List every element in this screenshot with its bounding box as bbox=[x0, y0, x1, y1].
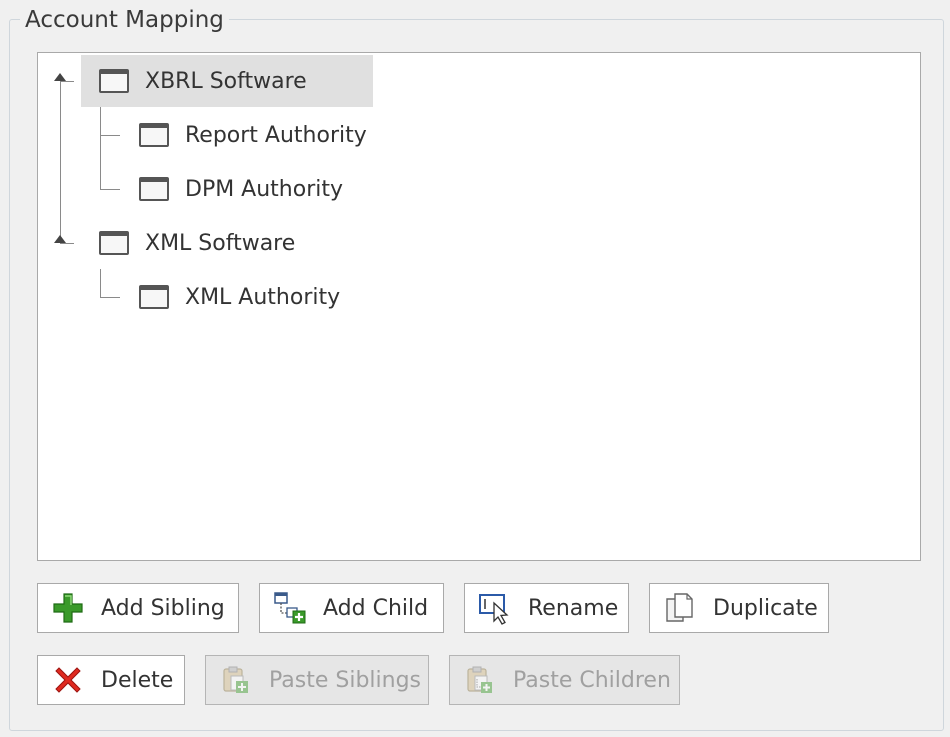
rename-button[interactable]: Rename bbox=[464, 583, 629, 633]
tree-connector-root-branch-2 bbox=[60, 243, 74, 244]
tree-connector-root-branch-1 bbox=[60, 81, 74, 82]
rename-cursor-icon bbox=[478, 591, 512, 625]
delete-label: Delete bbox=[101, 667, 174, 693]
tree-connector-root bbox=[60, 81, 61, 243]
green-plus-icon bbox=[51, 591, 85, 625]
groupbox-title: Account Mapping bbox=[20, 6, 229, 34]
red-x-icon bbox=[51, 663, 85, 697]
delete-button[interactable]: Delete bbox=[37, 655, 185, 705]
tree-node-xbrl-software[interactable]: XBRL Software bbox=[81, 55, 373, 107]
paste-children-button[interactable]: Paste Children bbox=[449, 655, 680, 705]
rename-label: Rename bbox=[528, 595, 619, 621]
collapse-xbrl-software-icon[interactable] bbox=[54, 73, 66, 81]
paste-siblings-label: Paste Siblings bbox=[269, 667, 422, 693]
paste-child-icon bbox=[463, 663, 497, 697]
window-icon bbox=[99, 69, 129, 93]
tree-connector-xml-authority bbox=[100, 297, 120, 298]
add-child-icon bbox=[273, 591, 307, 625]
window-icon bbox=[139, 123, 169, 147]
tree-node-xml-authority[interactable]: XML Authority bbox=[121, 271, 340, 323]
add-child-button[interactable]: Add Child bbox=[259, 583, 444, 633]
paste-plus-icon bbox=[219, 663, 253, 697]
tree-node-label: XBRL Software bbox=[145, 68, 307, 94]
duplicate-button[interactable]: Duplicate bbox=[649, 583, 829, 633]
tree-connector-dpm-authority bbox=[100, 189, 120, 190]
window-icon bbox=[99, 231, 129, 255]
add-sibling-label: Add Sibling bbox=[101, 595, 225, 621]
tree-node-label: DPM Authority bbox=[185, 176, 344, 202]
tree-node-report-authority[interactable]: Report Authority bbox=[121, 109, 367, 161]
account-tree[interactable]: XBRL Software Report Authority DPM Autho… bbox=[37, 52, 921, 561]
tree-node-xml-software[interactable]: XML Software bbox=[81, 217, 295, 269]
add-child-label: Add Child bbox=[323, 595, 429, 621]
duplicate-icon bbox=[663, 591, 697, 625]
window-icon bbox=[139, 285, 169, 309]
tree-node-label: XML Software bbox=[145, 230, 296, 256]
paste-children-label: Paste Children bbox=[513, 667, 671, 693]
add-sibling-button[interactable]: Add Sibling bbox=[37, 583, 239, 633]
tree-node-label: XML Authority bbox=[185, 284, 341, 310]
collapse-xml-software-icon[interactable] bbox=[54, 235, 66, 243]
tree-connector-xml-children bbox=[100, 269, 101, 297]
window-icon bbox=[139, 177, 169, 201]
paste-siblings-button[interactable]: Paste Siblings bbox=[205, 655, 429, 705]
tree-connector-report-authority bbox=[100, 135, 120, 136]
duplicate-label: Duplicate bbox=[713, 595, 818, 621]
tree-node-dpm-authority[interactable]: DPM Authority bbox=[121, 163, 343, 215]
tree-node-label: Report Authority bbox=[185, 122, 367, 148]
tree-connector-xbrl-children bbox=[100, 107, 101, 189]
